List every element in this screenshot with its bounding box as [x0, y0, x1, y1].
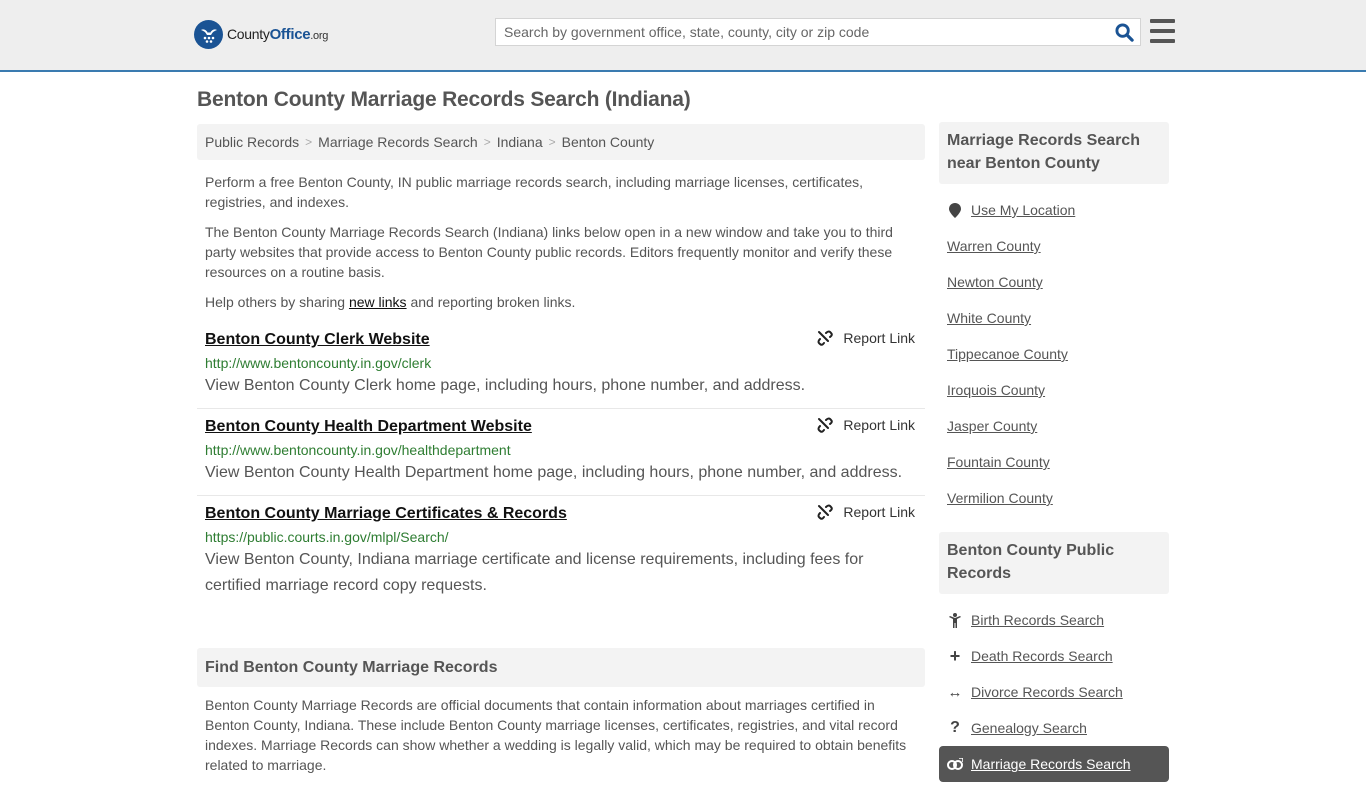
report-link-button[interactable]: Report Link: [817, 330, 915, 346]
new-links-link[interactable]: new links: [349, 294, 407, 310]
breadcrumb-separator: >: [548, 135, 556, 149]
intro-paragraph-2: The Benton County Marriage Records Searc…: [205, 224, 893, 280]
main-content: Public Records > Marriage Records Search…: [197, 124, 925, 775]
logo-text: CountyOffice.org: [227, 26, 329, 43]
result-item: Benton County Health Department Website …: [197, 409, 925, 496]
arrows-horizontal-icon: ↔: [947, 683, 963, 701]
result-item: Benton County Marriage Certificates & Re…: [197, 496, 925, 608]
broken-link-icon: [817, 504, 834, 520]
nearby-county-item: White County: [947, 300, 1161, 336]
breadcrumb-separator: >: [483, 135, 491, 149]
result-title-link[interactable]: Benton County Clerk Website: [205, 330, 430, 350]
eagle-logo-icon: [194, 20, 223, 49]
report-link-button[interactable]: Report Link: [817, 504, 915, 520]
result-title-link[interactable]: Benton County Health Department Website: [205, 417, 532, 437]
result-url: http://www.bentoncounty.in.gov/clerk: [205, 355, 432, 371]
hamburger-menu-icon[interactable]: [1150, 19, 1175, 43]
nearby-list: Use My Location Warren County Newton Cou…: [939, 184, 1169, 524]
marriage-records-link[interactable]: Marriage Records Search: [971, 756, 1131, 772]
find-section-heading: Find Benton County Marriage Records: [197, 648, 925, 687]
results-list: Benton County Clerk Website http://www.b…: [197, 322, 925, 608]
intro-text: Perform a free Benton County, IN public …: [197, 172, 925, 312]
page-title: Benton County Marriage Records Search (I…: [197, 88, 691, 111]
result-url: http://www.bentoncounty.in.gov/healthdep…: [205, 442, 511, 458]
site-logo[interactable]: CountyOffice.org: [194, 20, 328, 49]
sidebar: Marriage Records Search near Benton Coun…: [939, 122, 1169, 790]
county-link-warren[interactable]: Warren County: [947, 238, 1041, 254]
search-bar: [495, 18, 1141, 46]
intro-paragraph-1: Perform a free Benton County, IN public …: [205, 174, 864, 210]
use-my-location-link[interactable]: Use My Location: [971, 202, 1075, 218]
birth-records-link[interactable]: Birth Records Search: [971, 612, 1104, 628]
county-link-tippecanoe[interactable]: Tippecanoe County: [947, 346, 1068, 362]
search-button[interactable]: [1108, 19, 1140, 45]
county-link-iroquois[interactable]: Iroquois County: [947, 382, 1045, 398]
nearby-county-item: Newton County: [947, 264, 1161, 300]
divorce-records-item: ↔ Divorce Records Search: [947, 674, 1161, 710]
breadcrumb-public-records[interactable]: Public Records: [205, 134, 299, 150]
breadcrumb-indiana[interactable]: Indiana: [497, 134, 543, 150]
result-description: View Benton County, Indiana marriage cer…: [205, 551, 864, 594]
nearby-county-item: Fountain County: [947, 444, 1161, 480]
county-link-white[interactable]: White County: [947, 310, 1031, 326]
divorce-records-link[interactable]: Divorce Records Search: [971, 684, 1123, 700]
marriage-records-item-active: Marriage Records Search: [939, 746, 1169, 782]
death-records-link[interactable]: Death Records Search: [971, 648, 1113, 664]
nearby-county-item: Vermilion County: [947, 480, 1161, 516]
genealogy-item: ? Genealogy Search: [947, 710, 1161, 746]
nearby-county-item: Tippecanoe County: [947, 336, 1161, 372]
find-section-body: Benton County Marriage Records are offic…: [205, 697, 907, 773]
report-link-button[interactable]: Report Link: [817, 417, 915, 433]
search-icon: [1114, 22, 1134, 42]
nearby-county-item: Warren County: [947, 228, 1161, 264]
broken-link-icon: [817, 417, 834, 433]
search-input[interactable]: [496, 19, 1108, 45]
birth-records-item: Birth Records Search: [947, 602, 1161, 638]
rings-icon: [947, 758, 963, 770]
nearby-county-item: Jasper County: [947, 408, 1161, 444]
death-records-item: + Death Records Search: [947, 638, 1161, 674]
intro-paragraph-3: Help others by sharing new links and rep…: [205, 294, 576, 310]
cross-icon: +: [949, 645, 961, 666]
nearby-heading: Marriage Records Search near Benton Coun…: [939, 122, 1169, 184]
genealogy-link[interactable]: Genealogy Search: [971, 720, 1087, 736]
result-url: https://public.courts.in.gov/mlpl/Search…: [205, 529, 449, 545]
breadcrumb-benton-county[interactable]: Benton County: [562, 134, 655, 150]
result-item: Benton County Clerk Website http://www.b…: [197, 322, 925, 409]
county-link-jasper[interactable]: Jasper County: [947, 418, 1037, 434]
result-description: View Benton County Clerk home page, incl…: [205, 377, 806, 394]
county-link-newton[interactable]: Newton County: [947, 274, 1043, 290]
site-header: CountyOffice.org: [0, 0, 1366, 72]
public-records-list: Birth Records Search + Death Records Sea…: [939, 594, 1169, 790]
result-description: View Benton County Health Department hom…: [205, 464, 903, 481]
breadcrumb-separator: >: [305, 135, 313, 149]
county-link-fountain[interactable]: Fountain County: [947, 454, 1050, 470]
broken-link-icon: [817, 330, 834, 346]
county-link-vermilion[interactable]: Vermilion County: [947, 490, 1053, 506]
result-title-link[interactable]: Benton County Marriage Certificates & Re…: [205, 504, 567, 524]
breadcrumb: Public Records > Marriage Records Search…: [197, 124, 925, 160]
question-icon: ?: [950, 719, 960, 736]
use-my-location-item: Use My Location: [947, 192, 1161, 228]
breadcrumb-marriage-records-search[interactable]: Marriage Records Search: [318, 134, 478, 150]
public-records-heading: Benton County Public Records: [939, 532, 1169, 594]
map-marker-icon: [947, 202, 963, 218]
child-icon: [947, 612, 963, 628]
nearby-county-item: Iroquois County: [947, 372, 1161, 408]
